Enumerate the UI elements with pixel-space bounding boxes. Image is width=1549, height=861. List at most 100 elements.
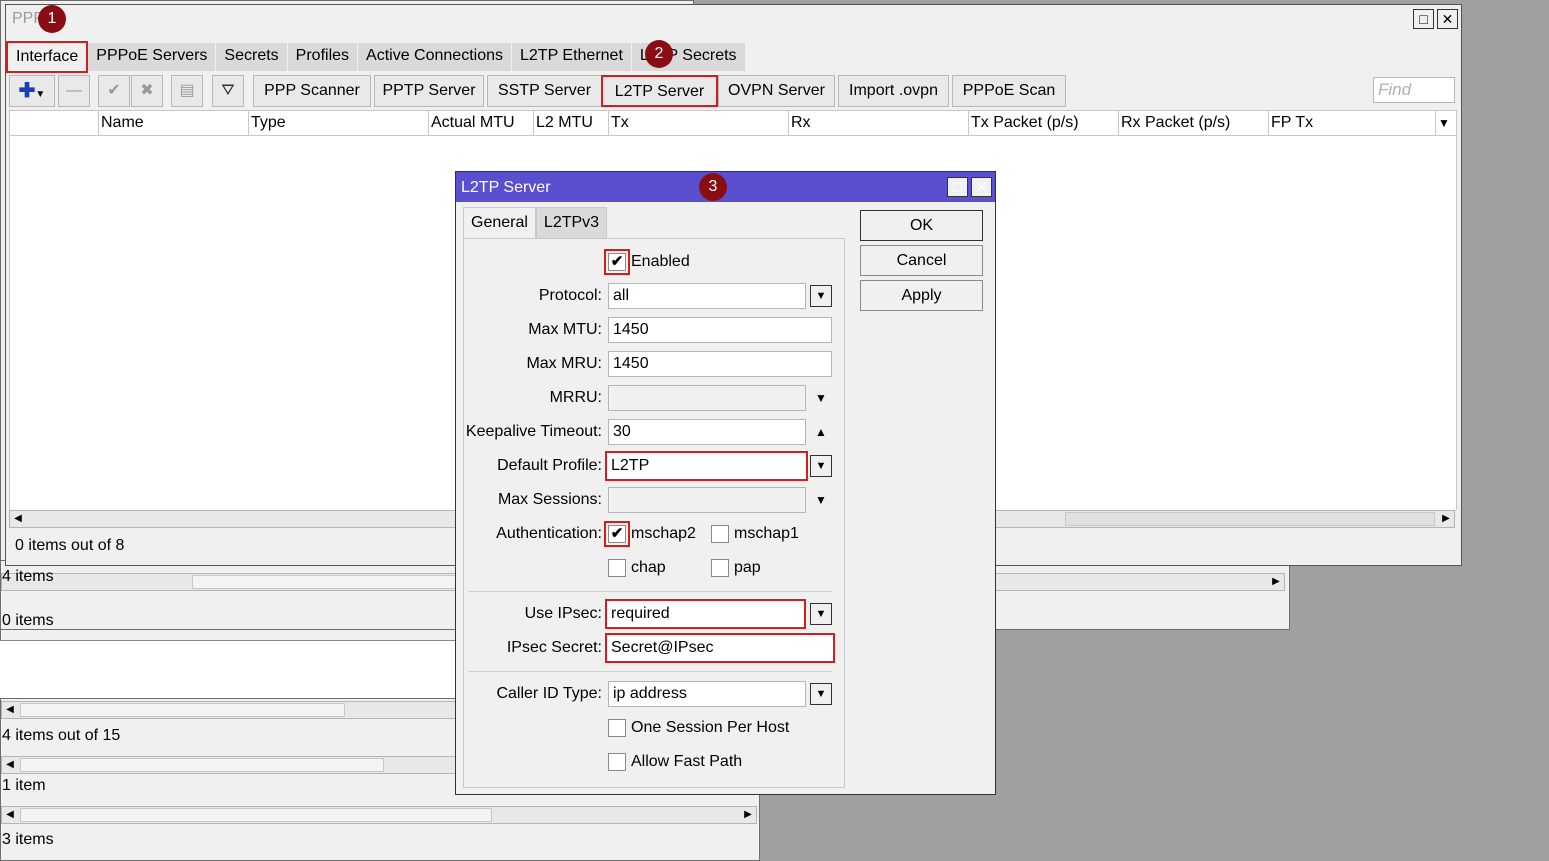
horizontal-scrollbar[interactable]: ◀ ▶ — [1, 806, 757, 824]
chap-checkbox[interactable] — [608, 559, 626, 577]
step-badge: 1 — [38, 5, 66, 33]
plus-icon: ✚ — [18, 80, 36, 102]
chap-label: chap — [631, 559, 666, 576]
column-header-type[interactable]: Type — [248, 111, 428, 135]
column-header-l2-mtu[interactable]: L2 MTU — [533, 111, 608, 135]
max-mru-input[interactable]: 1450 — [608, 351, 832, 377]
comment-icon: ▤ — [179, 82, 195, 99]
tab-profiles[interactable]: Profiles — [287, 43, 359, 71]
enabled-checkbox[interactable]: ✔ — [608, 253, 626, 271]
one-session-per-host-checkbox[interactable] — [608, 719, 626, 737]
protocol-select[interactable]: all — [608, 283, 806, 309]
comment-button[interactable]: ▤ — [171, 75, 203, 107]
apply-button[interactable]: Apply — [860, 280, 983, 311]
ipsec-secret-input[interactable]: Secret@IPsec — [605, 633, 835, 663]
column-header-tx-packet[interactable]: Tx Packet (p/s) — [968, 111, 1118, 135]
tab-l2tpv3[interactable]: L2TPv3 — [535, 207, 608, 239]
use-ipsec-select[interactable]: required — [605, 599, 806, 629]
scroll-right-icon[interactable]: ▶ — [1268, 574, 1284, 590]
column-header-rx[interactable]: Rx — [788, 111, 968, 135]
ok-button[interactable]: OK — [860, 210, 983, 241]
filter-button[interactable]: ⛛ — [212, 75, 244, 107]
tab-general[interactable]: General — [463, 207, 536, 239]
column-header-fp-tx[interactable]: FP Tx — [1268, 111, 1438, 135]
maximize-icon[interactable]: □ — [947, 177, 968, 197]
tab-interface[interactable]: Interface — [6, 41, 89, 73]
close-icon[interactable]: ✕ — [1437, 9, 1458, 29]
chevron-down-icon[interactable]: ▼ — [810, 489, 832, 511]
scroll-left-icon[interactable]: ◀ — [10, 511, 26, 527]
dropdown-arrow-icon[interactable]: ▼ — [810, 603, 832, 625]
max-sessions-label: Max Sessions: — [497, 491, 602, 508]
disable-button[interactable]: ✖ — [131, 75, 163, 107]
tab-secrets[interactable]: Secrets — [216, 43, 288, 71]
step-badge: 2 — [645, 40, 673, 68]
column-header-tx[interactable]: Tx — [608, 111, 788, 135]
columns-menu-icon[interactable]: ▼ — [1435, 111, 1457, 135]
pap-checkbox[interactable] — [711, 559, 729, 577]
chevron-down-icon: ▼ — [35, 89, 46, 100]
ppp-tabs: Interface PPPoE Servers Secrets Profiles… — [6, 41, 746, 73]
check-icon: ✔ — [107, 82, 121, 99]
cancel-button[interactable]: Cancel — [860, 245, 983, 276]
tab-l2tp-ethernet[interactable]: L2TP Ethernet — [512, 43, 632, 71]
find-input[interactable]: Find — [1373, 77, 1455, 103]
ppp-toolbar: ✚▼ — ✔ ✖ ▤ ⛛ PPP Scanner PPTP Server SST… — [6, 75, 1461, 107]
cross-icon: ✖ — [140, 82, 154, 99]
max-sessions-input[interactable] — [608, 487, 806, 513]
table-header: Name Type Actual MTU L2 MTU Tx Rx Tx Pac… — [9, 110, 1457, 136]
scroll-left-icon[interactable]: ◀ — [2, 807, 18, 823]
import-ovpn-button[interactable]: Import .ovpn — [838, 75, 949, 107]
add-button[interactable]: ✚▼ — [9, 75, 55, 107]
max-mtu-label: Max MTU: — [528, 321, 602, 338]
chevron-up-icon[interactable]: ▲ — [810, 421, 832, 443]
close-icon[interactable]: ✕ — [971, 177, 992, 197]
status-text: 3 items — [2, 831, 54, 848]
mrru-input[interactable] — [608, 385, 806, 411]
default-profile-select[interactable]: L2TP — [605, 451, 808, 481]
use-ipsec-label: Use IPsec: — [524, 605, 602, 622]
tab-pppoe-servers[interactable]: PPPoE Servers — [88, 43, 217, 71]
scroll-left-icon[interactable]: ◀ — [2, 757, 18, 773]
maximize-icon[interactable]: □ — [1413, 9, 1434, 29]
ipsec-secret-label: IPsec Secret: — [506, 639, 602, 656]
column-header-rx-packet[interactable]: Rx Packet (p/s) — [1118, 111, 1268, 135]
ppp-titlebar[interactable]: PPP □ ✕ — [6, 5, 1461, 33]
chevron-down-icon[interactable]: ▼ — [810, 387, 832, 409]
pppoe-scan-button[interactable]: PPPoE Scan — [952, 75, 1066, 107]
max-mtu-input[interactable]: 1450 — [608, 317, 832, 343]
tab-active-connections[interactable]: Active Connections — [358, 43, 512, 71]
column-header-actual-mtu[interactable]: Actual MTU — [428, 111, 533, 135]
ovpn-server-button[interactable]: OVPN Server — [718, 75, 835, 107]
pap-label: pap — [734, 559, 761, 576]
status-text: 4 items — [2, 568, 54, 585]
column-header-name[interactable]: Name — [98, 111, 248, 135]
status-text: 0 items out of 8 — [15, 537, 125, 554]
scroll-left-icon[interactable]: ◀ — [2, 702, 18, 718]
scroll-right-icon[interactable]: ▶ — [1438, 511, 1454, 527]
protocol-label: Protocol: — [538, 287, 602, 304]
dropdown-arrow-icon[interactable]: ▼ — [810, 455, 832, 477]
sstp-server-button[interactable]: SSTP Server — [487, 75, 602, 107]
pptp-server-button[interactable]: PPTP Server — [374, 75, 484, 107]
mschap2-checkbox[interactable]: ✔ — [608, 525, 626, 543]
allow-fast-path-label: Allow Fast Path — [631, 753, 743, 770]
enable-button[interactable]: ✔ — [98, 75, 130, 107]
dialog-title: L2TP Server — [461, 179, 551, 196]
mschap1-checkbox[interactable] — [711, 525, 729, 543]
dropdown-arrow-icon[interactable]: ▼ — [810, 683, 832, 705]
dialog-tabs: General L2TPv3 — [463, 207, 608, 239]
scroll-right-icon[interactable]: ▶ — [740, 807, 756, 823]
mschap2-label: mschap2 — [631, 525, 696, 542]
dropdown-arrow-icon[interactable]: ▼ — [810, 285, 832, 307]
status-text: 0 items — [2, 612, 54, 629]
column-header[interactable] — [10, 111, 98, 135]
keepalive-input[interactable]: 30 — [608, 419, 806, 445]
remove-button[interactable]: — — [58, 75, 90, 107]
l2tp-server-button[interactable]: L2TP Server — [601, 75, 718, 107]
ppp-scanner-button[interactable]: PPP Scanner — [253, 75, 371, 107]
mschap1-label: mschap1 — [734, 525, 799, 542]
default-profile-label: Default Profile: — [497, 457, 602, 474]
caller-id-type-select[interactable]: ip address — [608, 681, 806, 707]
allow-fast-path-checkbox[interactable] — [608, 753, 626, 771]
